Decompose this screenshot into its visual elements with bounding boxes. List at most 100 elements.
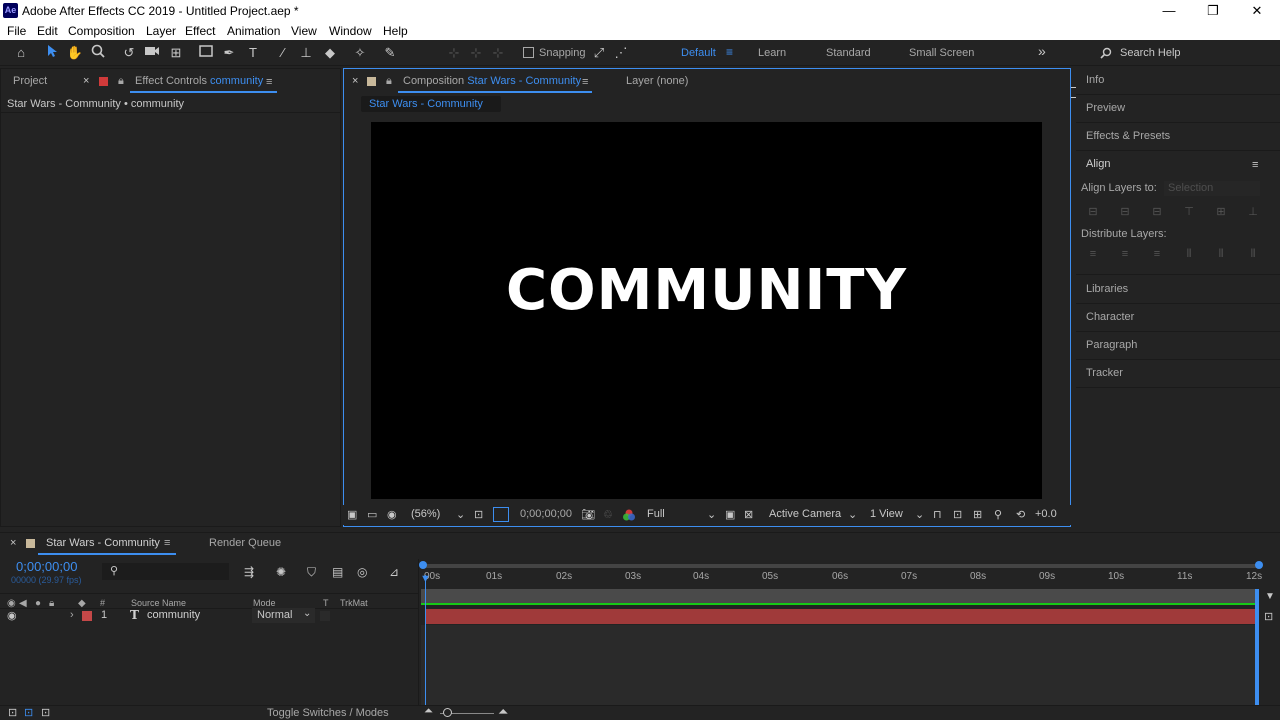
tab-render-queue[interactable]: Render Queue: [209, 537, 281, 549]
layer-label-color[interactable]: [82, 611, 92, 621]
workspace-overflow-icon[interactable]: »: [1038, 43, 1046, 59]
selection-tool-icon[interactable]: [43, 44, 61, 62]
panel-character[interactable]: Character: [1086, 311, 1134, 323]
column-source-name[interactable]: Source Name: [131, 598, 186, 608]
expand-transfer-controls-icon[interactable]: ⊡: [24, 706, 33, 719]
fast-previews-icon[interactable]: ⊡: [953, 508, 962, 521]
workspace-menu-icon[interactable]: ≡: [726, 45, 733, 59]
navigator-start-handle[interactable]: [419, 561, 427, 569]
panel-align[interactable]: Align: [1086, 158, 1110, 170]
toggle-pixel-aspect-icon[interactable]: ⊓: [933, 508, 942, 521]
show-snapshot-icon[interactable]: ♲: [603, 508, 613, 521]
camera-dropdown[interactable]: Active Camera: [769, 508, 841, 520]
search-help[interactable]: Search Help: [1096, 44, 1276, 62]
rectangle-tool-icon[interactable]: [197, 44, 215, 62]
snapping-checkbox[interactable]: [523, 47, 534, 58]
shy-layers-icon[interactable]: ⛉: [307, 565, 316, 580]
blend-mode-dropdown[interactable]: Normal ⌄: [252, 608, 315, 623]
workspace-small-screen[interactable]: Small Screen: [909, 47, 974, 59]
flowchart-icon[interactable]: ⚲: [994, 508, 1002, 521]
brush-tool-icon[interactable]: ⁄: [274, 44, 292, 62]
comp-navigator-tab[interactable]: Star Wars - Community: [361, 96, 501, 112]
toggle-switches-modes[interactable]: Toggle Switches / Modes: [267, 707, 389, 719]
layer-name[interactable]: community: [147, 609, 200, 621]
eye-icon[interactable]: ◉: [7, 609, 17, 622]
views-dropdown[interactable]: 1 View: [870, 508, 903, 520]
timeline-track-area[interactable]: [421, 625, 1257, 707]
chevron-down-icon[interactable]: ⌄: [915, 508, 924, 521]
close-tab-icon[interactable]: ×: [83, 75, 89, 87]
fit-icon[interactable]: ⊡: [474, 508, 483, 521]
clone-stamp-tool-icon[interactable]: ⊥: [297, 44, 315, 62]
preserve-transparency-toggle[interactable]: [320, 611, 330, 621]
workspace-learn[interactable]: Learn: [758, 47, 786, 59]
menu-file[interactable]: File: [7, 24, 26, 38]
navigator-bar[interactable]: [421, 564, 1259, 568]
graph-editor-icon[interactable]: ⊿: [389, 565, 399, 579]
layer-duration-bar[interactable]: [425, 609, 1257, 624]
tab-composition[interactable]: Composition Star Wars - Community: [403, 75, 581, 87]
lock-icon[interactable]: 🔒︎: [386, 75, 392, 88]
color-channels-icon[interactable]: [623, 509, 635, 521]
snap-edges-icon[interactable]: ⤢: [590, 44, 608, 62]
roto-brush-tool-icon[interactable]: ✧: [351, 44, 369, 62]
menu-animation[interactable]: Animation: [227, 24, 280, 38]
panel-preview[interactable]: Preview: [1086, 102, 1125, 114]
current-time-display[interactable]: 0;00;00;00: [520, 508, 572, 520]
time-zoom-slider-handle[interactable]: [443, 708, 452, 717]
tab-layer[interactable]: Layer (none): [626, 75, 688, 87]
panel-menu-icon[interactable]: ≡: [164, 538, 173, 549]
hand-tool-icon[interactable]: ✋: [66, 44, 84, 62]
layer-search-input[interactable]: ⚲: [102, 563, 229, 580]
tab-effect-controls[interactable]: Effect Controls community: [135, 75, 263, 87]
playhead-handle[interactable]: ▼: [420, 573, 431, 585]
type-tool-icon[interactable]: T: [244, 44, 262, 62]
pan-behind-tool-icon[interactable]: ⊞: [167, 44, 185, 62]
panel-effects-presets[interactable]: Effects & Presets: [1086, 130, 1170, 142]
menu-effect[interactable]: Effect: [185, 24, 215, 38]
expand-in-out-icon[interactable]: ⊡: [41, 706, 50, 719]
layer-switches-icon[interactable]: ⊡: [1264, 610, 1273, 623]
column-mode[interactable]: Mode: [253, 598, 276, 608]
tab-timeline-comp[interactable]: Star Wars - Community: [46, 537, 160, 549]
reset-exposure-icon[interactable]: ⟲: [1016, 508, 1025, 521]
menu-view[interactable]: View: [291, 24, 317, 38]
expand-layer-switches-icon[interactable]: ⊡: [8, 706, 17, 719]
camera-tool-icon[interactable]: [143, 44, 161, 62]
workspace-standard[interactable]: Standard: [826, 47, 871, 59]
comp-text-layer[interactable]: COMMUNITY: [371, 258, 1042, 323]
zoom-in-icon[interactable]: ⏶: [498, 704, 508, 720]
comp-marker-bin-icon[interactable]: ▼: [1265, 591, 1275, 602]
mask-visibility-icon[interactable]: ◉: [387, 508, 397, 521]
chevron-down-icon[interactable]: ⌄: [456, 508, 465, 521]
rotation-tool-icon[interactable]: ↺: [120, 44, 138, 62]
exposure-value[interactable]: +0.0: [1035, 508, 1057, 520]
transparency-grid-icon[interactable]: [493, 507, 509, 522]
panel-menu-icon[interactable]: ≡: [266, 77, 275, 88]
panel-menu-icon[interactable]: ≡: [582, 77, 591, 88]
menu-layer[interactable]: Layer: [146, 24, 176, 38]
close-button[interactable]: ✕: [1234, 0, 1280, 22]
chevron-down-icon[interactable]: ⌄: [848, 508, 857, 521]
frame-blending-icon[interactable]: ▤: [332, 565, 343, 579]
motion-blur-icon[interactable]: ◎: [357, 565, 367, 579]
search-help-input[interactable]: Search Help: [1120, 47, 1181, 59]
minimize-button[interactable]: —: [1146, 0, 1192, 22]
chevron-down-icon[interactable]: ⌄: [707, 508, 716, 521]
workspace-default[interactable]: Default: [681, 47, 716, 59]
navigator-end-handle[interactable]: [1255, 561, 1263, 569]
puppet-tool-icon[interactable]: ✎: [381, 44, 399, 62]
close-tab-icon[interactable]: ×: [10, 537, 16, 549]
zoom-dropdown[interactable]: (56%): [411, 508, 440, 520]
home-icon[interactable]: ⌂: [12, 44, 30, 62]
panel-libraries[interactable]: Libraries: [1086, 283, 1128, 295]
work-area-bar[interactable]: [421, 589, 1257, 603]
menu-composition[interactable]: Composition: [68, 24, 135, 38]
always-preview-icon[interactable]: ▣: [347, 508, 357, 521]
work-area-end-marker[interactable]: [1255, 589, 1259, 707]
menu-window[interactable]: Window: [329, 24, 372, 38]
playhead-line[interactable]: [425, 575, 426, 705]
panel-info[interactable]: Info: [1086, 74, 1104, 86]
timeline-icon[interactable]: ⊞: [973, 508, 982, 521]
toggle-transparency-icon[interactable]: ⊠: [744, 508, 753, 521]
